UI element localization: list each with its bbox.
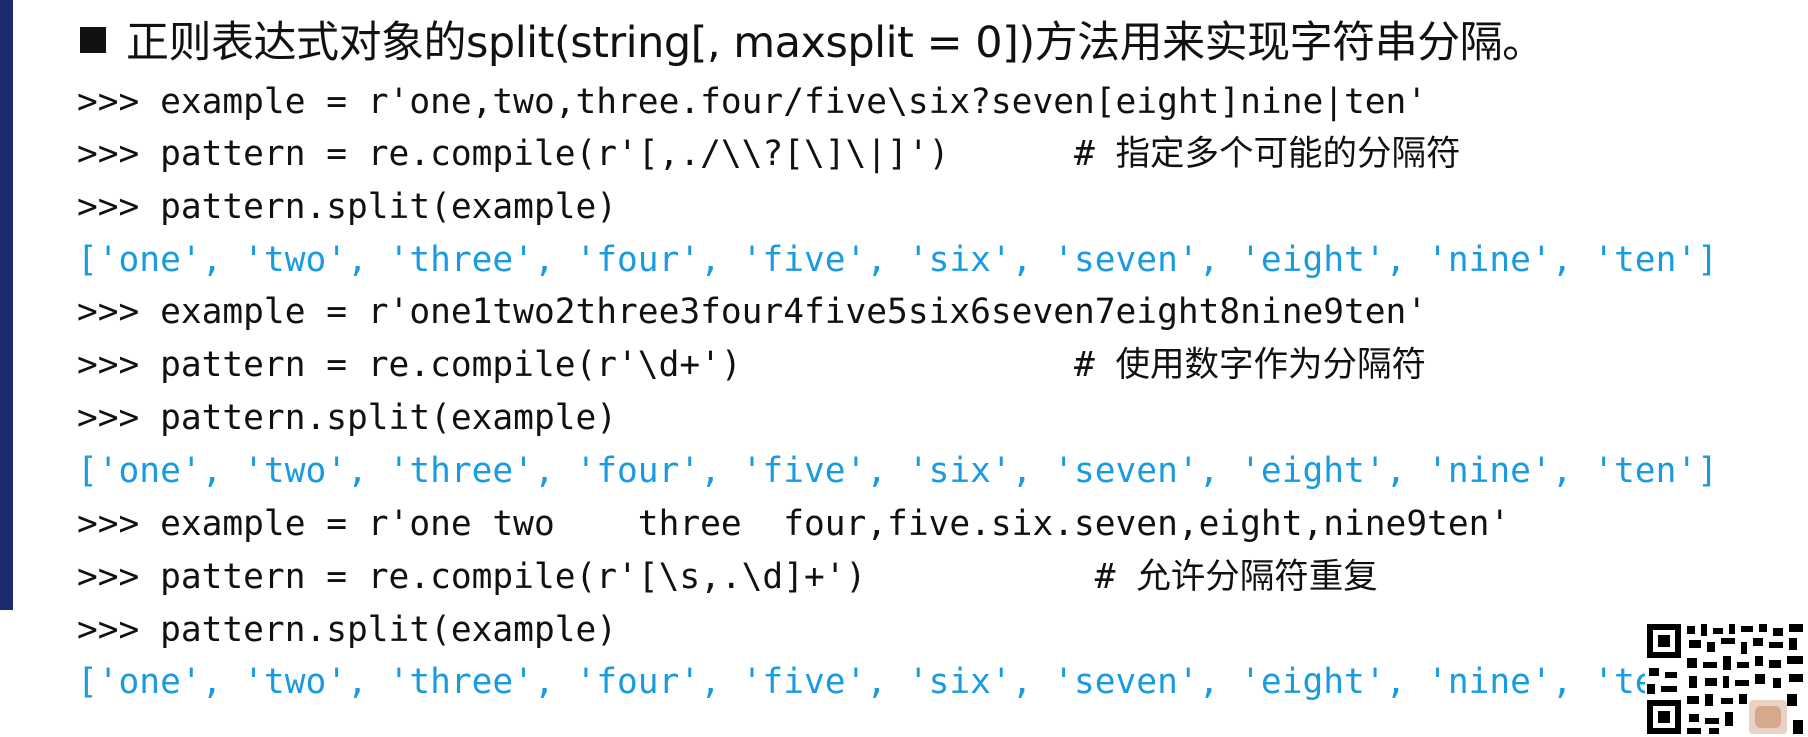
square-bullet-icon bbox=[80, 27, 106, 53]
code-line: >>> example = r'one,two,three.four/five\… bbox=[77, 82, 1428, 122]
heading-text: 正则表达式对象的split(string[, maxsplit = 0])方法用… bbox=[126, 18, 1545, 68]
code-line: >>> pattern.split(example) bbox=[77, 187, 618, 227]
slide-accent-bar bbox=[0, 0, 13, 610]
output-line: ['one', 'two', 'three', 'four', 'five', … bbox=[77, 451, 1718, 491]
code-line: >>> example = r'one1two2three3four4five5… bbox=[77, 292, 1428, 332]
qr-code-icon bbox=[1645, 622, 1808, 737]
output-line: ['one', 'two', 'three', 'four', 'five', … bbox=[77, 662, 1718, 702]
output-line: ['one', 'two', 'three', 'four', 'five', … bbox=[77, 240, 1718, 280]
code-line: >>> pattern = re.compile(r'[\s,.\d]+') #… bbox=[77, 557, 1378, 597]
code-line: >>> pattern.split(example) bbox=[77, 398, 618, 438]
code-line: >>> pattern.split(example) bbox=[77, 610, 618, 650]
code-line: >>> pattern = re.compile(r'[,./\\?[\]\|]… bbox=[77, 134, 1461, 174]
slide-heading: 正则表达式对象的split(string[, maxsplit = 0])方法用… bbox=[80, 8, 1545, 70]
code-line: >>> example = r'one two three four,five.… bbox=[77, 504, 1511, 544]
code-line: >>> pattern = re.compile(r'\d+') # 使用数字作… bbox=[77, 345, 1427, 385]
